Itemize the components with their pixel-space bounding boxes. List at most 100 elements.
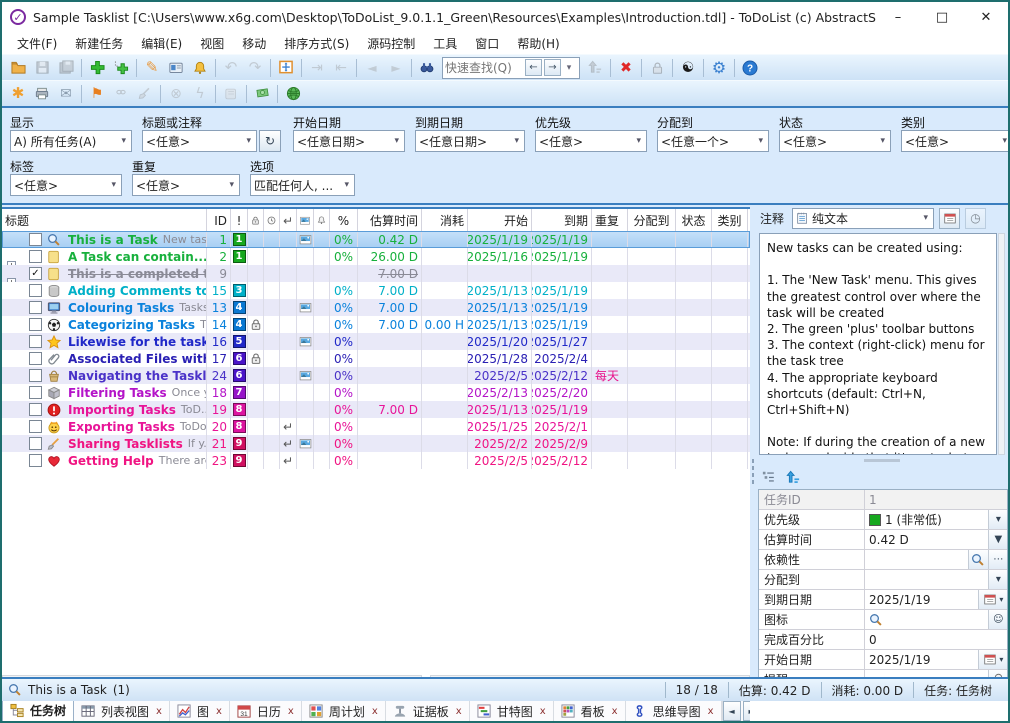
attribute-row[interactable]: 开始日期2025/1/19▾ [759,650,1008,670]
minimize-button[interactable]: – [876,2,920,32]
task-checkbox[interactable] [29,369,42,382]
sort-attributes-icon[interactable] [786,470,801,485]
task-checkbox[interactable] [29,420,42,433]
calendar-icon[interactable]: ▾ [978,590,1008,609]
menu-item-3[interactable]: 视图 [191,33,233,54]
close-tab-icon[interactable]: x [540,706,546,717]
indent-task-icon[interactable]: ⇥ [305,57,329,79]
column-header-due[interactable]: 到期 [532,209,592,232]
smiley-icon[interactable]: ☺ [988,610,1008,629]
table-row[interactable]: Exporting TasksToDo...208↵0%2025/1/25202… [2,418,750,435]
attribute-row[interactable]: 估算时间0.42 D▼ [759,530,1008,550]
table-row[interactable]: This is a TaskNew tas...110%0.42 D2025/1… [2,231,750,248]
menu-item-6[interactable]: 源码控制 [358,33,424,54]
table-row[interactable]: Likewise for the task's ...1650%2025/1/2… [2,333,750,350]
edit-task-icon-icon[interactable] [164,57,188,79]
tab-scroll-right-icon[interactable]: ► [743,701,750,721]
new-subtask-icon[interactable] [109,57,133,79]
ellipsis-button[interactable]: ⋯ [988,550,1008,569]
table-row[interactable]: Associated Files with T...1760%2025/1/28… [2,350,750,367]
close-button[interactable]: ✕ [964,2,1008,32]
filter-title-or-comment-dropdown[interactable]: <任意>▾ [142,130,257,152]
calendar-icon[interactable]: ▾ [978,650,1008,669]
maximize-button[interactable]: □ [920,2,964,32]
quick-find-input[interactable] [445,59,523,77]
column-header-recur[interactable]: 重复 [592,209,628,232]
filter-refresh-icon[interactable]: ↻ [259,130,281,152]
tab-scroll-left-icon[interactable]: ◄ [723,701,741,721]
close-tab-icon[interactable]: x [456,706,462,717]
close-tab-icon[interactable]: x [612,706,618,717]
filter-options-dropdown[interactable]: 匹配任何人, ...▾ [250,174,355,196]
task-checkbox[interactable] [29,352,42,365]
next-task-icon[interactable]: ► [384,57,408,79]
filter-tags-dropdown[interactable]: <任意>▾ [10,174,122,196]
cleanup-icon[interactable] [133,83,157,105]
menu-item-9[interactable]: 帮助(H) [508,33,568,54]
attribute-value[interactable]: 2025/1/19 [865,650,978,669]
table-row[interactable]: Adding Comments to T...1530%7.00 D2025/1… [2,282,750,299]
attribute-row[interactable]: 图标☺ [759,610,1008,630]
column-header-assign[interactable]: 分配到 [628,209,676,232]
redo-icon[interactable]: ↷ [243,57,267,79]
filter-assigned-to-dropdown[interactable]: <任意一个>▾ [657,130,769,152]
menu-item-8[interactable]: 窗口 [466,33,508,54]
filter-show-dropdown[interactable]: A) 所有任务(A)▾ [10,130,132,152]
comments-scrollbar[interactable] [998,233,1005,455]
task-checkbox[interactable]: ✓ [29,267,42,280]
chevron-down-icon[interactable]: ▾ [988,510,1008,529]
menu-item-0[interactable]: 文件(F) [8,33,66,54]
task-checkbox[interactable] [29,403,42,416]
table-row[interactable]: Navigating the Tasklist2460%2025/2/52025… [2,367,750,384]
table-row[interactable]: Colouring TasksTasks...1340%7.00 D2025/1… [2,299,750,316]
donate-icon[interactable] [250,83,274,105]
close-tab-icon[interactable]: x [288,706,294,717]
column-header-recurflag[interactable]: ↵ [280,209,297,232]
find-tasks-icon[interactable] [415,57,439,79]
table-row[interactable]: +A Task can contain...210%26.00 D2025/1/… [2,248,750,265]
attribute-value[interactable]: 2025/1/19 [865,590,978,609]
quick-find-chevron-icon[interactable]: ▾ [561,63,577,73]
attribute-value[interactable]: 0 [865,630,1008,649]
group-attributes-icon[interactable] [762,470,776,484]
column-header-clock[interactable] [264,209,280,232]
column-header-est[interactable]: 估算时间 [358,209,422,232]
task-checkbox[interactable] [29,386,42,399]
column-header-spent[interactable]: 消耗 [422,209,468,232]
attribute-value[interactable]: 1 [865,490,1008,509]
shortcuts-icon[interactable]: ✱ [6,83,30,105]
run-plugin-icon[interactable]: ϟ [188,83,212,105]
table-row[interactable]: +✓This is a completed task97.00 D [2,265,750,282]
attribute-row[interactable]: 依赖性⋯ [759,550,1008,570]
toggle-style-icon[interactable]: ☯ [676,57,700,79]
link-task-icon[interactable] [109,83,133,105]
column-header-id[interactable]: ID [207,209,231,232]
preferences-icon[interactable]: ⚙ [707,57,731,79]
find-icon[interactable] [968,550,988,569]
attribute-value[interactable] [865,610,988,629]
prev-task-icon[interactable]: ◄ [360,57,384,79]
menu-item-1[interactable]: 新建任务 [66,33,132,54]
set-reminder-icon[interactable] [188,57,212,79]
close-tab-icon[interactable]: x [708,706,714,717]
close-tab-icon[interactable]: x [216,706,222,717]
filter-recurrence-dropdown[interactable]: <任意>▾ [132,174,240,196]
menu-item-5[interactable]: 排序方式(S) [275,33,358,54]
task-checkbox[interactable] [29,335,42,348]
find-next-icon[interactable]: → [544,59,561,76]
attribute-row[interactable]: 到期日期2025/1/19▾ [759,590,1008,610]
attribute-value[interactable] [865,550,968,569]
column-header-lock[interactable] [248,209,264,232]
chevron-down-icon[interactable]: ▾ [988,570,1008,589]
filter-start-date-dropdown[interactable]: <任意日期>▾ [293,130,405,152]
send-email-icon[interactable]: ✉ [54,83,78,105]
new-task-icon[interactable] [85,57,109,79]
attribute-row[interactable]: 分配到▾ [759,570,1008,590]
close-tab-icon[interactable]: x [156,706,162,717]
find-prev-icon[interactable]: ← [525,59,542,76]
column-header-pri[interactable]: ! [231,209,248,232]
help-icon[interactable]: ? [738,57,762,79]
column-header-pct[interactable]: % [330,209,358,232]
attribute-value[interactable]: 0.42 D [865,530,988,549]
spinner-icon[interactable]: ▼ [988,530,1008,549]
